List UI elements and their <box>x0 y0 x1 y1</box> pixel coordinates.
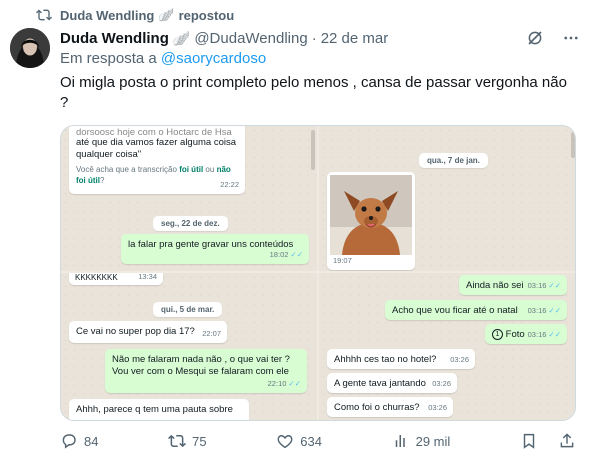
chat-panel-1: dorsoosc hoje com o Hoctarc de Hsa até q… <box>61 126 317 271</box>
message-line-1: Não me falaram nada não , o que vai ter … <box>112 354 290 365</box>
chat-panel-2: qua., 7 de jan. 19:07 <box>319 126 575 271</box>
repost-icon <box>168 434 187 448</box>
message-text: Ainda não sei <box>466 280 524 291</box>
repost-user[interactable]: Duda Wendling <box>60 8 154 23</box>
read-check-icon: ✓✓ <box>548 306 561 315</box>
author-badge: 🪽 <box>172 29 191 46</box>
repost-button[interactable]: 75 <box>168 432 207 450</box>
scrollbar[interactable] <box>571 132 575 158</box>
repost-count: 75 <box>192 433 207 449</box>
chat-panel-3: KKKKKKKK 13:34 qui., 5 de mar. Ce vai no… <box>61 273 317 420</box>
message-time: 22:07 <box>202 329 221 338</box>
feedback-yes-link[interactable]: foi útil <box>179 165 203 174</box>
view-once-photo-message[interactable]: 1 Foto 03:16 ✓✓ <box>485 324 567 344</box>
transcript-line-2: qualquer coisa" <box>76 149 142 160</box>
views-button[interactable]: 29 mil <box>392 432 451 450</box>
like-count: 634 <box>300 433 322 449</box>
message-time: 22:22 <box>220 180 239 189</box>
reply-icon <box>62 434 76 449</box>
tweet-date[interactable]: 22 de mar <box>321 30 389 47</box>
read-check-icon: ✓✓ <box>548 330 561 339</box>
repost-badge: 🪽 <box>158 7 175 22</box>
more-icon[interactable] <box>562 29 580 47</box>
incoming-message: Ahhhh ces tao no hotel? 03:26 <box>327 349 475 369</box>
avatar-image <box>10 28 50 68</box>
cut-line: dorsoosc hoje com o Hoctarc de Hsa <box>76 127 232 137</box>
separator-dot: · <box>311 29 317 47</box>
message-text: Ahhhh ces tao no hotel? <box>334 354 437 365</box>
outgoing-message: Não me falaram nada não , o que vai ter … <box>105 349 307 393</box>
message-text: A gente tava jantando <box>334 378 426 389</box>
message-time: 03:26 <box>428 403 447 412</box>
date-chip: qui., 5 de mar. <box>153 302 223 317</box>
attached-screenshot[interactable]: dorsoosc hoje com o Hoctarc de Hsa até q… <box>60 125 576 421</box>
read-check-icon: ✓✓ <box>290 250 303 259</box>
message-text: Foto <box>505 329 525 341</box>
date-chip: qua., 7 de jan. <box>419 153 488 168</box>
message-text: Acho que vou ficar até o natal <box>392 305 518 316</box>
message-time: 18:02 <box>269 250 289 259</box>
share-icon[interactable] <box>558 432 576 450</box>
message-time: 19:07 <box>333 256 352 265</box>
repost-icon <box>36 9 52 21</box>
laugh-message: KKKKKKKK 13:34 <box>69 273 163 285</box>
bookmark-icon[interactable] <box>520 432 538 450</box>
feedback-question: Você acha que a transcrição foi útil ou … <box>76 165 231 185</box>
tweet-text: Oi migla posta o print completo pelo men… <box>60 74 567 111</box>
reply-button[interactable]: 84 <box>60 432 98 450</box>
tweet-header: Duda Wendling 🪽 @DudaWendling · 22 de ma… <box>60 28 580 48</box>
reply-count: 84 <box>84 433 99 449</box>
incoming-message: Ahhh, parece q tem uma pauta sobre <box>69 399 249 420</box>
message-time: 22:10 <box>267 379 287 388</box>
message-time: 13:34 <box>138 273 157 281</box>
views-icon <box>395 435 405 447</box>
outgoing-message: la falar pra gente gravar uns conteúdos … <box>121 234 309 264</box>
message-text: Ahhh, parece q tem uma pauta sobre <box>76 404 233 415</box>
avatar[interactable] <box>10 28 50 68</box>
read-check-icon: ✓✓ <box>288 379 301 388</box>
message-time: 03:26 <box>450 355 469 364</box>
transcription-bubble: dorsoosc hoje com o Hoctarc de Hsa até q… <box>69 126 245 194</box>
author-name[interactable]: Duda Wendling <box>60 30 169 47</box>
engagement-bar: 84 75 634 29 mil <box>60 430 576 452</box>
photo-message[interactable]: 19:07 <box>327 172 415 270</box>
chat-panel-4: Ainda não sei 03:16 ✓✓ Acho que vou ficar… <box>319 273 575 420</box>
message-text: KKKKKKKK <box>75 273 118 282</box>
message-text: Ce vai no super pop dia 17? <box>76 326 195 337</box>
like-icon <box>277 435 293 449</box>
reply-context: Em resposta a @saorycardoso <box>60 50 266 67</box>
reply-mention[interactable]: @saorycardoso <box>161 50 266 67</box>
incoming-message: Ce vai no super pop dia 17? 22:07 <box>69 321 227 343</box>
reply-prefix: Em resposta a <box>60 50 157 67</box>
incoming-message: Como foi o churras? 03:26 <box>327 397 453 417</box>
outgoing-message: Ainda não sei 03:16 ✓✓ <box>459 275 567 295</box>
read-check-icon: ✓✓ <box>548 281 561 290</box>
message-line-2: Vou ver com o Mesqui se falaram com ele <box>112 366 289 377</box>
views-count: 29 mil <box>415 433 451 449</box>
outgoing-message: Acho que vou ficar até o natal 03:16 ✓✓ <box>385 300 567 320</box>
grok-icon[interactable] <box>526 29 544 47</box>
scrollbar[interactable] <box>311 130 315 170</box>
transcript-line-1: até que dia vamos fazer alguma coisa <box>76 137 237 148</box>
view-once-icon: 1 <box>492 329 503 340</box>
message-text: Como foi o churras? <box>334 402 420 413</box>
like-button[interactable]: 634 <box>276 432 322 450</box>
message-time: 03:26 <box>432 379 451 388</box>
date-chip: seg., 22 de dez. <box>153 216 228 231</box>
author-handle[interactable]: @DudaWendling <box>194 30 307 47</box>
incoming-message: A gente tava jantando 03:26 <box>327 373 457 393</box>
repost-header: Duda Wendling 🪽 repostou <box>36 6 234 24</box>
repost-label: repostou <box>178 7 235 23</box>
dog-photo <box>330 175 412 255</box>
